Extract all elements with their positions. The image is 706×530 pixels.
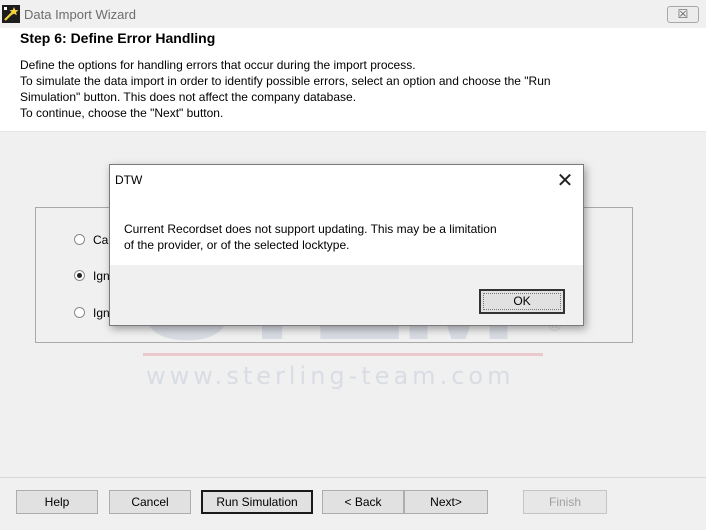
window-close-button[interactable]: ☒ bbox=[667, 6, 699, 23]
help-button[interactable]: Help bbox=[16, 490, 98, 514]
back-button[interactable]: < Back bbox=[322, 490, 404, 514]
run-simulation-button[interactable]: Run Simulation bbox=[201, 490, 313, 514]
watermark-underline bbox=[143, 353, 543, 356]
window-title: Data Import Wizard bbox=[24, 7, 136, 22]
radio-button[interactable] bbox=[74, 307, 85, 318]
option-label: Ca bbox=[93, 233, 109, 247]
page-title: Step 6: Define Error Handling bbox=[20, 30, 216, 46]
dialog-message-line: Current Recordset does not support updat… bbox=[124, 222, 497, 236]
dialog-message-line: of the provider, or of the selected lock… bbox=[124, 238, 350, 252]
radio-button[interactable] bbox=[74, 234, 85, 245]
title-bar: Data Import Wizard ☒ bbox=[0, 0, 706, 29]
wizard-header: Step 6: Define Error Handling Define the… bbox=[0, 28, 706, 132]
option-label: Ign bbox=[93, 269, 110, 283]
error-dialog: DTW ✕ Current Recordset does not support… bbox=[109, 164, 584, 326]
description-line: To continue, choose the "Next" button. bbox=[20, 106, 224, 120]
option-label: Ign bbox=[93, 306, 110, 320]
description-line: Define the options for handling errors t… bbox=[20, 58, 416, 72]
description-line: To simulate the data import in order to … bbox=[20, 74, 551, 88]
next-button[interactable]: Next> bbox=[404, 490, 488, 514]
dialog-footer: OK bbox=[110, 265, 583, 325]
dialog-title: DTW bbox=[115, 173, 143, 187]
watermark-url: www.sterling-team.com bbox=[146, 362, 515, 390]
description-line: Simulation" button. This does not affect… bbox=[20, 90, 357, 104]
close-icon: ☒ bbox=[677, 7, 689, 21]
close-icon: ✕ bbox=[556, 168, 574, 192]
wizard-app-icon bbox=[2, 5, 20, 23]
bottom-separator bbox=[0, 477, 706, 478]
finish-button[interactable]: Finish bbox=[523, 490, 607, 514]
ok-button[interactable]: OK bbox=[479, 289, 565, 314]
cancel-button[interactable]: Cancel bbox=[109, 490, 191, 514]
radio-button-selected[interactable] bbox=[74, 270, 85, 281]
dialog-close-button[interactable]: ✕ bbox=[550, 169, 580, 191]
